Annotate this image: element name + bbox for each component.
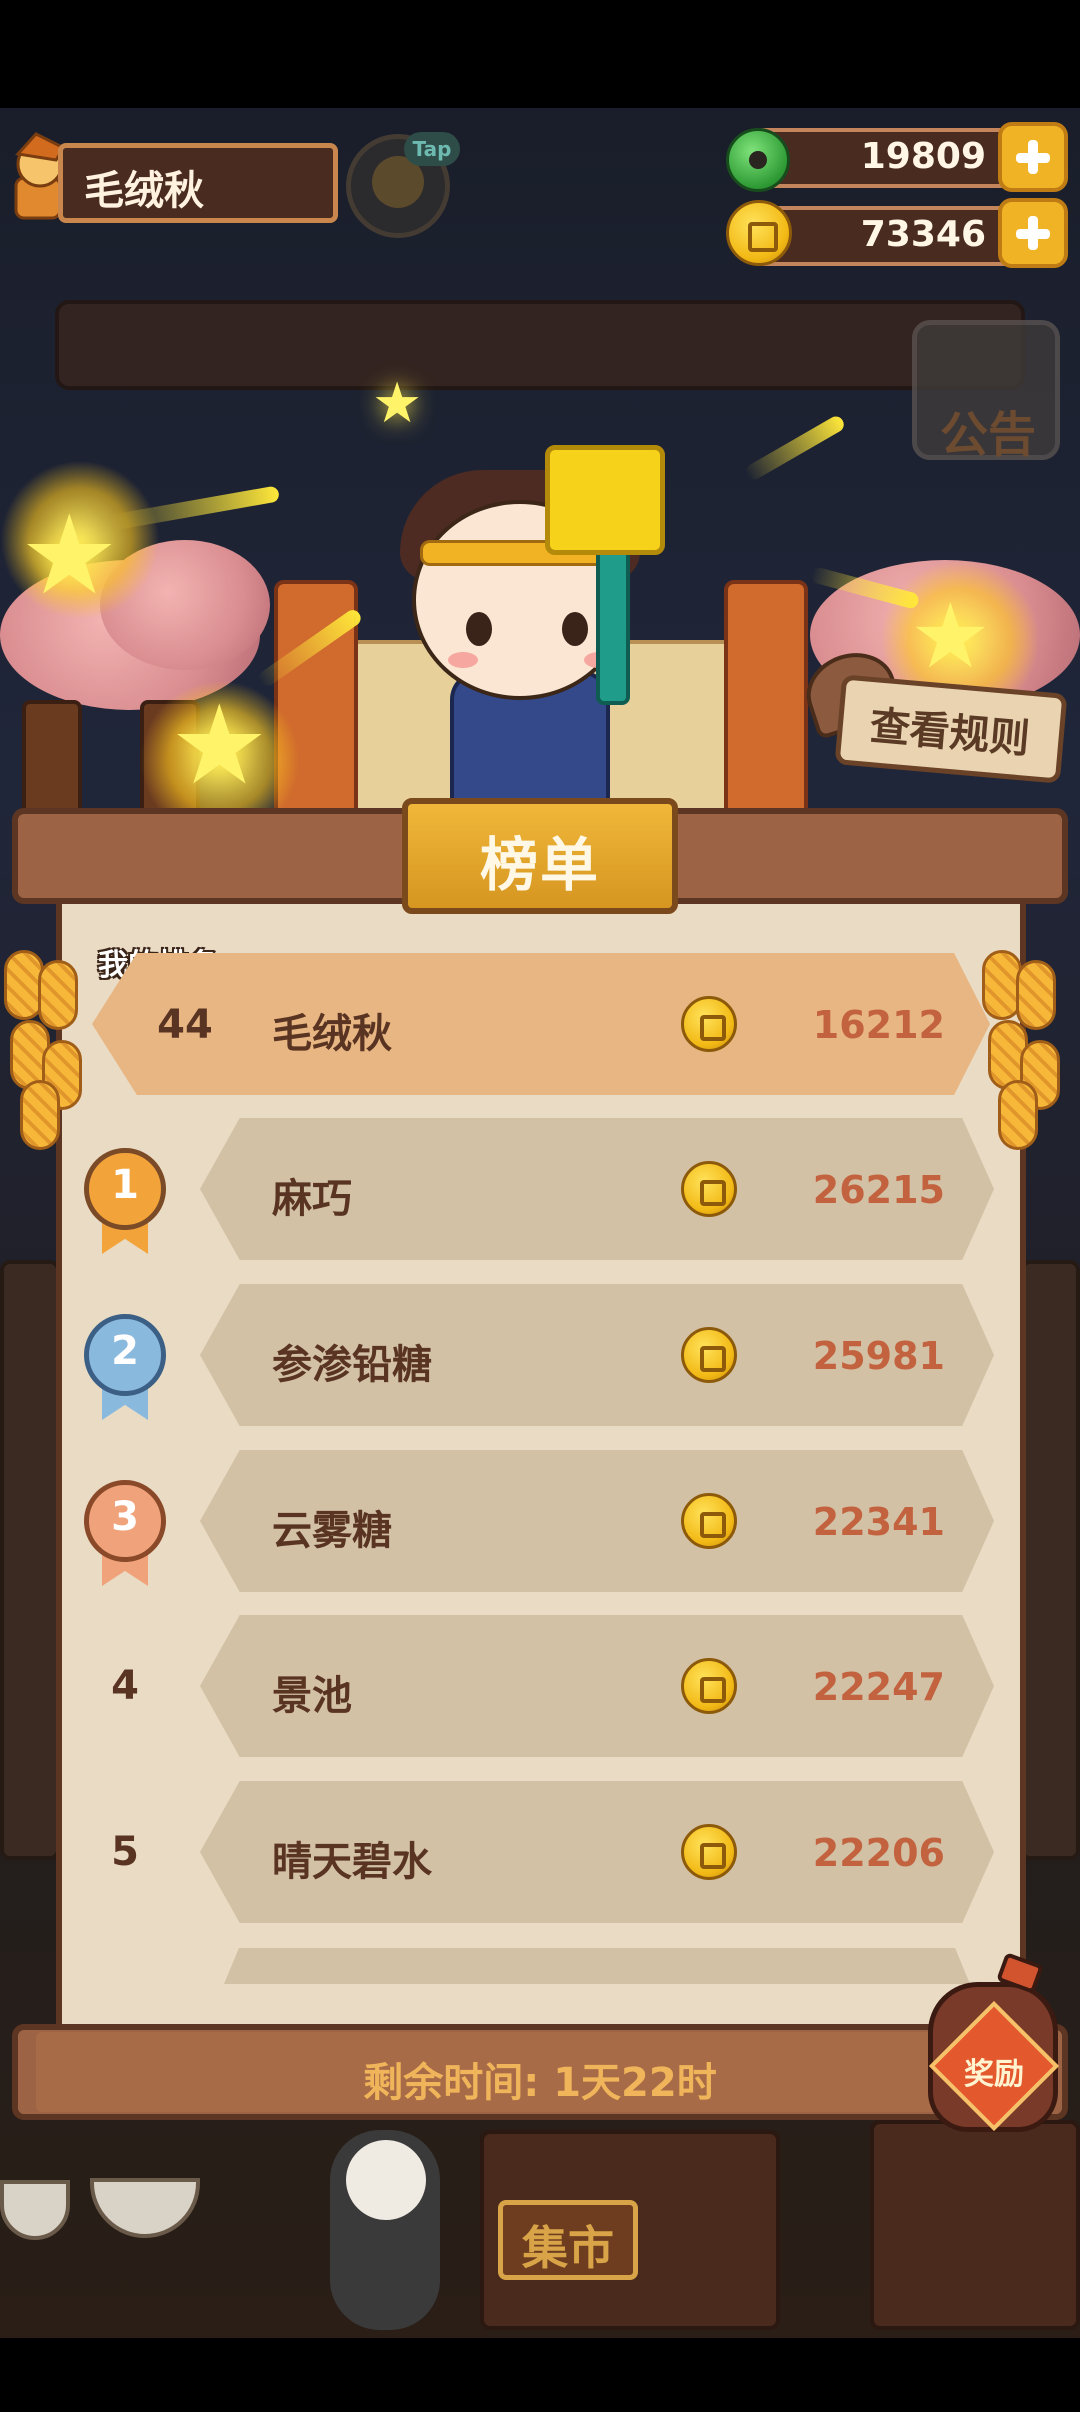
coin-icon (681, 1658, 737, 1714)
rank-score: 22341 (812, 1500, 945, 1544)
rank-name: 麻巧 (272, 1176, 352, 1222)
rank-score: 25981 (812, 1334, 945, 1378)
bronze-medal-icon: 3 (84, 1480, 166, 1586)
rank-number: 5 (111, 1829, 139, 1875)
star-icon: ★ (170, 681, 269, 809)
gold-medal-icon: 1 (84, 1148, 166, 1254)
rank-number: 1 (111, 1162, 139, 1208)
add-jade-button[interactable] (998, 122, 1068, 192)
corn-decoration (4, 930, 84, 1150)
rank-number: 4 (111, 1663, 139, 1709)
character-eye (466, 612, 492, 646)
shop-stall (870, 2120, 1080, 2330)
reward-label: 奖励 (964, 2057, 1024, 2092)
fence-post (22, 700, 82, 820)
rank-score: 26215 (812, 1168, 945, 1212)
character-eye (562, 612, 588, 646)
jade-count: 19809 (860, 136, 986, 177)
star-icon: ★ (20, 491, 119, 619)
add-coin-button[interactable] (998, 198, 1068, 268)
rank-name: 景池 (272, 1673, 352, 1719)
my-rank-score: 16212 (812, 1003, 945, 1047)
nav-bar-area (0, 2338, 1080, 2412)
rank-score: 22206 (812, 1831, 945, 1875)
background-beam (1020, 1260, 1080, 1860)
rank-name: 晴天碧水 (272, 1839, 432, 1885)
coin-icon (681, 1824, 737, 1880)
jade-icon-hole (749, 151, 767, 169)
background-roof (55, 300, 1025, 390)
corn-decoration (982, 930, 1062, 1150)
game-screen: 集市 毛绒秋 Tap 19809 73346 公告 ★ ★ ★ ★ 查看规则 榜… (0, 0, 1080, 2412)
rank-score: 22247 (812, 1665, 945, 1709)
leaderboard-row-partial (224, 1948, 970, 1984)
my-rank-number: 44 (157, 1002, 213, 1048)
rank-number: 3 (111, 1494, 139, 1540)
character-cheek (448, 652, 478, 668)
rank-name: 云雾糖 (272, 1508, 392, 1554)
star-icon: ★ (372, 371, 423, 436)
coin-icon (681, 1493, 737, 1549)
remaining-time: 剩余时间: 1天22时 (363, 2060, 717, 2106)
market-label: 集市 (522, 2221, 614, 2275)
coin-icon (681, 1161, 737, 1217)
star-icon: ★ (910, 584, 991, 689)
duck-head (346, 2140, 426, 2220)
rank-name: 参渗铅糖 (272, 1342, 432, 1388)
coin-icon (681, 996, 737, 1052)
silver-medal-icon: 2 (84, 1314, 166, 1420)
background-beam (0, 1260, 60, 1860)
notice-label: 公告 (940, 407, 1037, 463)
tap-label: Tap (404, 132, 460, 166)
pillar (724, 580, 808, 820)
coin-count: 73346 (860, 214, 986, 255)
my-rank-name: 毛绒秋 (272, 1011, 392, 1057)
coin-icon (681, 1327, 737, 1383)
hammer-icon (545, 445, 665, 555)
rank-number: 2 (111, 1328, 139, 1374)
coin-icon (726, 200, 792, 266)
leaderboard-title: 榜单 (479, 831, 600, 899)
player-name: 毛绒秋 (84, 168, 204, 214)
status-bar-area (0, 0, 1080, 108)
